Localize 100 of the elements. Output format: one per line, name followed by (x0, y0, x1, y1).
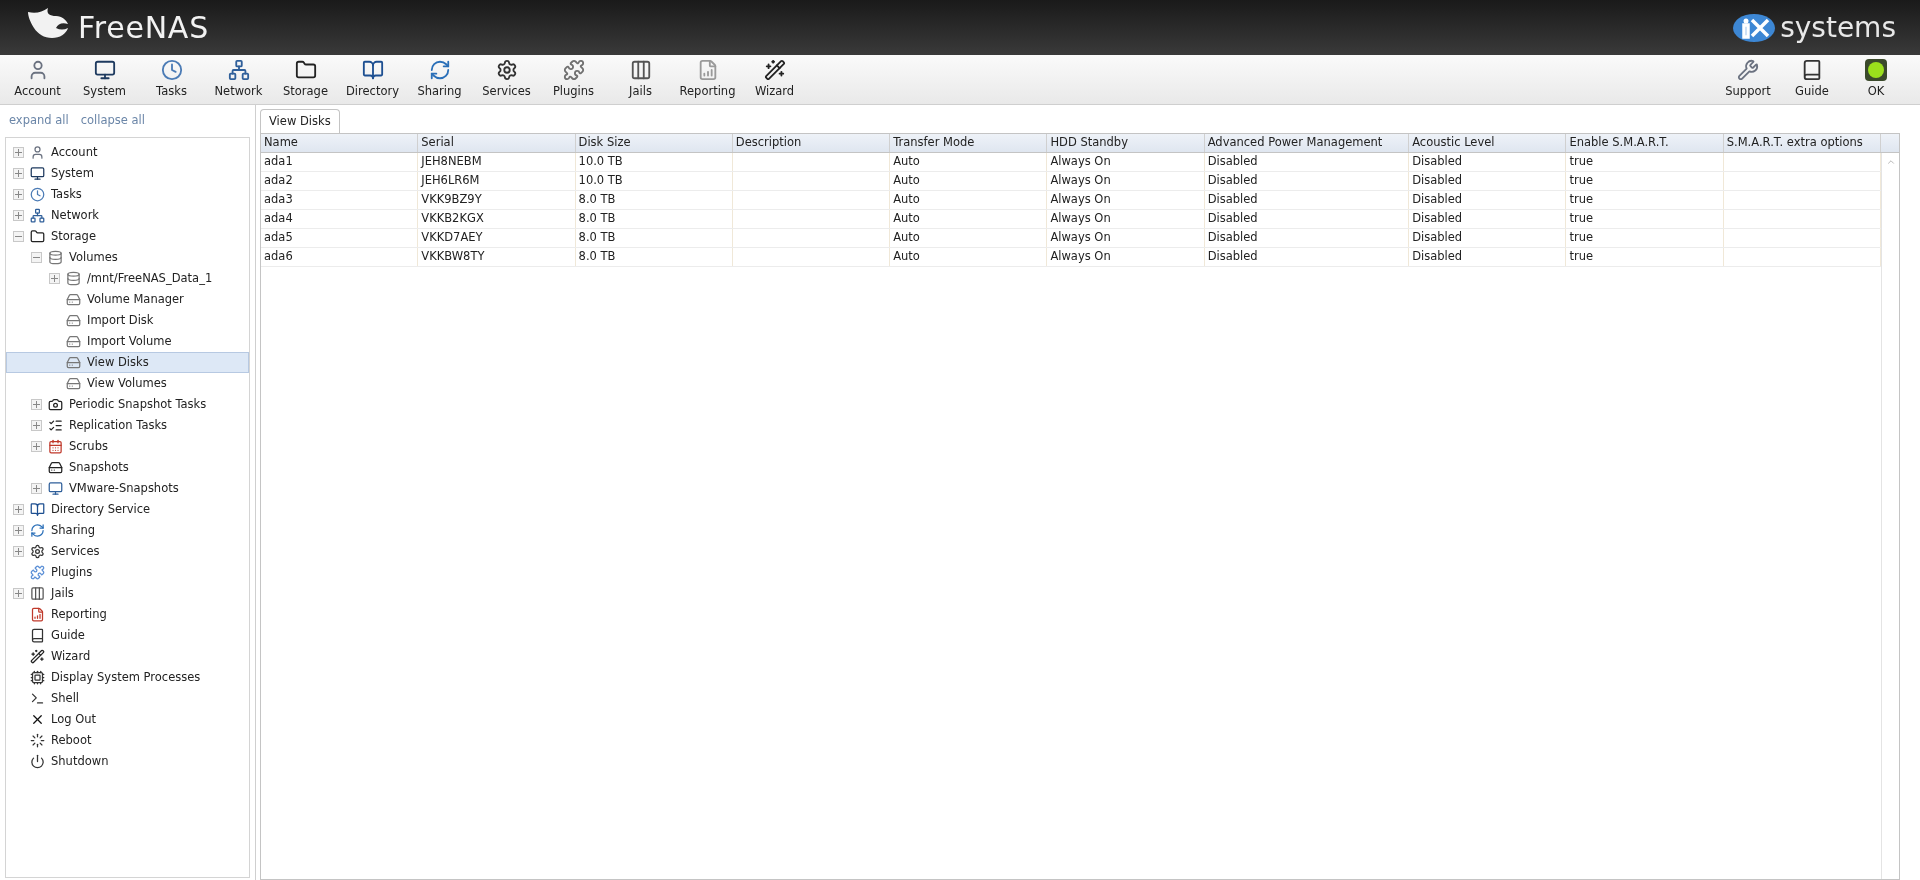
tree-item[interactable]: Import Disk (6, 310, 249, 331)
spinner-icon (30, 733, 45, 748)
toolbar-button[interactable]: System (71, 58, 138, 101)
scroll-up-icon[interactable] (1885, 157, 1896, 167)
table-cell: Auto (893, 172, 920, 190)
table-cell: Disabled (1412, 153, 1463, 171)
network-icon (227, 58, 250, 81)
tree-item[interactable]: Log Out (6, 709, 249, 730)
tree-item[interactable]: View Volumes (6, 373, 249, 394)
monitor-icon (48, 481, 63, 496)
expand-toggle[interactable] (13, 546, 24, 557)
tree-item[interactable]: Network (6, 205, 249, 226)
bars-icon (629, 58, 652, 81)
tree-item[interactable]: Services (6, 541, 249, 562)
expand-toggle[interactable] (31, 399, 42, 410)
table-cell: VKKBW8TY (421, 248, 485, 266)
expand-toggle[interactable] (13, 189, 24, 200)
column-header[interactable]: Description (732, 134, 891, 152)
expand-toggle[interactable] (31, 420, 42, 431)
toolbar-button[interactable]: Storage (272, 58, 339, 101)
expand-toggle[interactable] (13, 588, 24, 599)
toolbar-button[interactable]: Services (473, 58, 540, 101)
column-header[interactable]: Disk Size (575, 134, 733, 152)
tree-item[interactable]: Sharing (6, 520, 249, 541)
tree-item[interactable]: Reporting (6, 604, 249, 625)
toolbar-button[interactable]: Tasks (138, 58, 205, 101)
column-header[interactable]: Advanced Power Management (1204, 134, 1410, 152)
tree-item[interactable]: Import Volume (6, 331, 249, 352)
column-header[interactable]: Transfer Mode (890, 134, 1048, 152)
drive-icon (66, 313, 81, 328)
toolbar-button[interactable]: OK (1844, 58, 1908, 101)
tree-item[interactable]: Shutdown (6, 751, 249, 772)
freenas-logo: FreeNAS (78, 9, 209, 47)
table-cell: true (1569, 248, 1594, 266)
expand-toggle[interactable] (13, 504, 24, 515)
tree-item[interactable]: View Disks (6, 352, 249, 373)
toolbar-button[interactable]: Network (205, 58, 272, 101)
tree-item[interactable]: Wizard (6, 646, 249, 667)
tree-item[interactable]: /mnt/FreeNAS_Data_1 (6, 268, 249, 289)
tree-item[interactable]: Plugins (6, 562, 249, 583)
toolbar-button[interactable]: Plugins (540, 58, 607, 101)
tree-item[interactable]: Shell (6, 688, 249, 709)
table-cell: Auto (893, 191, 920, 209)
table-cell: ada1 (264, 153, 293, 171)
column-header[interactable]: Serial (418, 134, 576, 152)
tree-link[interactable]: collapse all (80, 112, 145, 130)
table-cell: Auto (893, 229, 920, 247)
toolbar-button[interactable]: Reporting (674, 58, 741, 101)
tree-item[interactable]: Display System Processes (6, 667, 249, 688)
toolbar-button[interactable]: Guide (1780, 58, 1844, 101)
tree-item[interactable]: System (6, 163, 249, 184)
column-header[interactable]: HDD Standby (1047, 134, 1205, 152)
column-header[interactable]: S.M.A.R.T. extra options (1723, 134, 1881, 152)
power-icon (30, 754, 45, 769)
tab[interactable]: View Disks (260, 109, 340, 133)
tree-item[interactable]: Replication Tasks (6, 415, 249, 436)
toolbar-button[interactable]: Support (1716, 58, 1780, 101)
toolbar-button[interactable]: Account (4, 58, 71, 101)
column-header[interactable]: Name (261, 134, 419, 152)
column-header[interactable]: Acoustic Level (1409, 134, 1567, 152)
tree-item[interactable]: Account (6, 142, 249, 163)
tree-item[interactable]: Storage (6, 226, 249, 247)
collapse-toggle[interactable] (13, 231, 24, 242)
tree-item[interactable]: Tasks (6, 184, 249, 205)
tree-item[interactable]: VMware-Snapshots (6, 478, 249, 499)
column-header[interactable]: Enable S.M.A.R.T. (1566, 134, 1724, 152)
user-icon (30, 145, 45, 160)
tree-item[interactable]: Guide (6, 625, 249, 646)
expand-toggle[interactable] (31, 441, 42, 452)
gears-icon (30, 544, 45, 559)
tree-item[interactable]: Scrubs (6, 436, 249, 457)
table-cell: VKK9BZ9Y (421, 191, 482, 209)
expand-toggle[interactable] (13, 168, 24, 179)
tree-item[interactable]: Volume Manager (6, 289, 249, 310)
toolbar-button[interactable]: Sharing (406, 58, 473, 101)
tree-link[interactable]: expand all (9, 112, 69, 130)
list-icon (48, 418, 63, 433)
toolbar-button[interactable]: Wizard (741, 58, 808, 101)
table-cell: Always On (1050, 210, 1111, 228)
expand-toggle[interactable] (49, 273, 60, 284)
toolbar-button[interactable]: Directory (339, 58, 406, 101)
tree-item[interactable]: Volumes (6, 247, 249, 268)
tree-item[interactable]: Snapshots (6, 457, 249, 478)
tree-item[interactable]: Periodic Snapshot Tasks (6, 394, 249, 415)
toolbar-button[interactable]: Jails (607, 58, 674, 101)
tree-item[interactable]: Reboot (6, 730, 249, 751)
table-cell: Disabled (1207, 153, 1258, 171)
expand-toggle[interactable] (13, 147, 24, 158)
table-cell: 8.0 TB (578, 229, 616, 247)
expand-toggle[interactable] (31, 483, 42, 494)
table-cell: Disabled (1207, 210, 1258, 228)
ix-logo-icon (1732, 11, 1777, 44)
expand-toggle[interactable] (13, 210, 24, 221)
tree-item[interactable]: Directory Service (6, 499, 249, 520)
table-cell: Auto (893, 153, 920, 171)
expand-toggle[interactable] (13, 525, 24, 536)
collapse-toggle[interactable] (31, 252, 42, 263)
tree-item[interactable]: Jails (6, 583, 249, 604)
table-cell: 10.0 TB (578, 153, 623, 171)
database-icon (66, 271, 81, 286)
